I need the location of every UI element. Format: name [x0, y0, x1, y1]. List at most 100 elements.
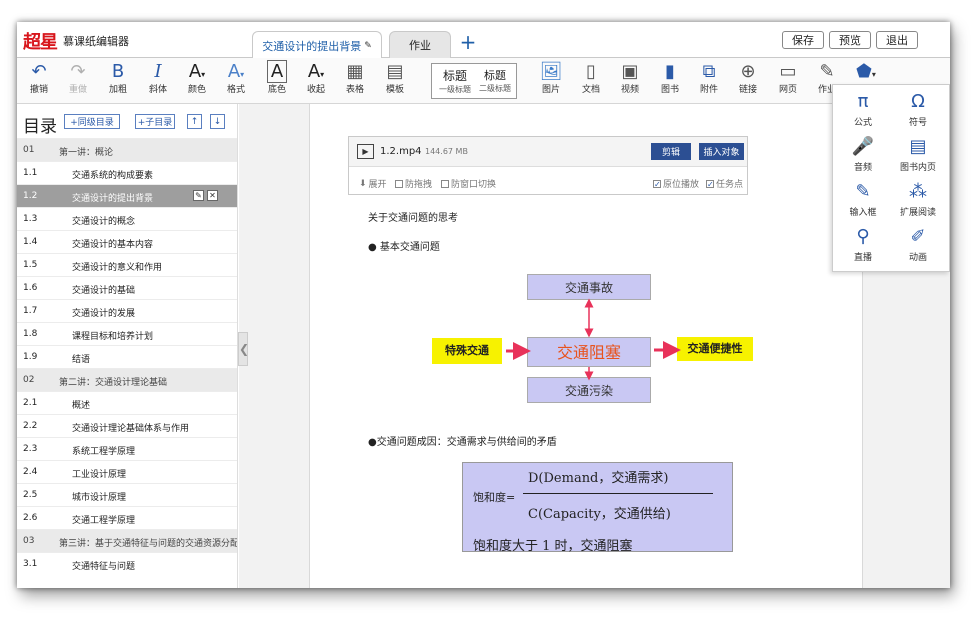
template-label: 模板 [385, 85, 404, 95]
font-color-button[interactable]: A▾ 颜色 [180, 60, 214, 102]
widget-5[interactable]: ⁂ 扩展阅读 [893, 179, 943, 218]
italic-button[interactable]: I 斜体 [141, 60, 175, 102]
widget-3[interactable]: ▤ 图书内页 [893, 134, 943, 173]
row-number: 03 [23, 536, 35, 546]
move-up-icon[interactable]: ↑ [187, 114, 202, 129]
undo-button[interactable]: ↶ 撤销 [22, 60, 56, 102]
book-button[interactable]: ▮ 图书 [653, 60, 687, 102]
tab-label: 作业 [409, 39, 431, 52]
bg-color-button[interactable]: A 底色 [260, 60, 294, 102]
collapse-button[interactable]: A▾ 收起 [299, 60, 333, 102]
section-row[interactable]: 1.7 交通设计的发展 [17, 299, 237, 322]
delete-icon[interactable]: ✕ [207, 190, 218, 201]
section-row[interactable]: 2.1 概述 [17, 391, 237, 414]
widget-panel: π 公式 Ω 符号 🎤 音频 ▤ 图书内页 ✎ 输入框 ⁂ 扩展阅读 ⚲ 直播 ✐ 动画 [832, 84, 950, 272]
italic-label: 斜体 [148, 85, 167, 95]
redo-button[interactable]: ↷ 重做 [61, 60, 95, 102]
widget-6[interactable]: ⚲ 直播 [838, 224, 888, 263]
attachment-button[interactable]: ⧉ 附件 [692, 60, 726, 102]
section-row[interactable]: 1.1 交通系统的构成要素 [17, 161, 237, 184]
row-title: 交通设计的基础 [72, 286, 136, 296]
tab-homework[interactable]: 作业 [389, 31, 451, 58]
redo-icon: ↷ [70, 61, 86, 82]
widget-label: 扩展阅读 [899, 208, 936, 218]
section-row[interactable]: 1.4 交通设计的基本内容 [17, 230, 237, 253]
tab-chapter[interactable]: 交通设计的提出背景 ✎ [252, 31, 382, 59]
row-title: 交通设计理论基础体系与作用 [72, 424, 190, 434]
widget-label: 动画 [908, 253, 927, 263]
canvas-gutter-left [239, 104, 309, 588]
section-row[interactable]: 1.6 交通设计的基础 [17, 276, 237, 299]
link-button[interactable]: ⊕ 链接 [731, 60, 765, 102]
book-icon: ▮ [665, 61, 675, 82]
row-number: 2.6 [23, 513, 38, 523]
format-button[interactable]: A▾ 格式 [219, 60, 253, 102]
tab-label: 交通设计的提出背景 [262, 39, 362, 53]
section-row[interactable]: 1.9 结语 [17, 345, 237, 368]
bold-button[interactable]: B 加粗 [101, 60, 135, 102]
row-title: 城市设计原理 [72, 493, 127, 503]
editor-page[interactable]: ▶ 1.2.mp4 144.67 MB 剪辑 插入对象 ⬇ 展开 防拖拽 防窗口切… [309, 104, 863, 588]
section-row[interactable]: 1.3 交通设计的概念 [17, 207, 237, 230]
section-row[interactable]: 2.2 交通设计理论基础体系与作用 [17, 414, 237, 437]
preview-button[interactable]: 预览 [829, 31, 871, 49]
webpage-icon: ▭ [779, 61, 797, 82]
add-child-button[interactable]: +子目录 [135, 114, 175, 129]
row-number: 1.1 [23, 168, 38, 178]
webpage-button[interactable]: ▭ 网页 [771, 60, 805, 102]
edit-icon[interactable]: ✎ [193, 190, 204, 201]
row-number: 2.5 [23, 490, 38, 500]
document-button[interactable]: ▯ 文档 [574, 60, 608, 102]
widget-1[interactable]: Ω 符号 [893, 89, 943, 128]
chapter-row[interactable]: 01 第一讲：概论 [17, 138, 237, 161]
section-row[interactable]: 2.3 系统工程学原理 [17, 437, 237, 460]
chapter-row[interactable]: 02 第二讲：交通设计理论基础 [17, 368, 237, 391]
image-button[interactable]: 🖼 图片 [534, 60, 568, 102]
exit-button[interactable]: 退出 [876, 31, 918, 49]
widget-icon: π [857, 91, 869, 112]
row-actions: ✎ ✕ [193, 190, 218, 201]
document-icon: ▯ [586, 61, 596, 82]
italic-icon: I [154, 61, 162, 82]
section-row[interactable]: 2.4 工业设计原理 [17, 460, 237, 483]
template-button[interactable]: ▤ 模板 [378, 60, 412, 102]
row-title: 交通设计的基本内容 [72, 240, 154, 250]
row-number: 01 [23, 145, 35, 155]
widget-icon: ✐ [910, 226, 926, 247]
pencil-icon[interactable]: ✎ [364, 41, 372, 51]
table-button[interactable]: ▦ 表格 [338, 60, 372, 102]
widget-0[interactable]: π 公式 [838, 89, 888, 128]
saturation-formula: 饱和度= D(Demand，交通需求) C(Capacity，交通供给) 饱和度… [462, 462, 733, 554]
row-title: 第二讲：交通设计理论基础 [59, 378, 168, 388]
add-sibling-button[interactable]: +同级目录 [64, 114, 120, 129]
widget-7[interactable]: ✐ 动画 [893, 224, 943, 263]
font-color-icon: A▾ [188, 61, 206, 82]
move-down-icon[interactable]: ↓ [210, 114, 225, 129]
row-number: 1.3 [23, 214, 38, 224]
heading2-button[interactable]: 标题 二级标题 [476, 67, 514, 94]
row-title: 交通设计的意义和作用 [72, 263, 163, 273]
widget-4[interactable]: ✎ 输入框 [838, 179, 888, 218]
row-number: 1.9 [23, 352, 38, 362]
globe-icon: ⊕ [740, 61, 756, 82]
widget-label: 直播 [853, 253, 872, 263]
section-row[interactable]: 1.5 交通设计的意义和作用 [17, 253, 237, 276]
collapse-sidebar-icon[interactable]: ❮ [238, 332, 249, 366]
heading1-button[interactable]: 标题 一级标题 [436, 67, 474, 95]
section-row[interactable]: 2.6 交通工程学原理 [17, 506, 237, 529]
widget-label: 符号 [908, 118, 927, 128]
section-row[interactable]: 2.5 城市设计原理 [17, 483, 237, 506]
formula-denominator: C(Capacity，交通供给) [528, 507, 671, 522]
video-button[interactable]: ▣ 视频 [613, 60, 647, 102]
section-row[interactable]: 3.1 交通特征与问题 [17, 552, 237, 575]
row-number: 2.1 [23, 398, 38, 408]
widget-2[interactable]: 🎤 音频 [838, 134, 888, 173]
section-row[interactable]: 1.2 交通设计的提出背景 ✎ ✕ [17, 184, 237, 207]
row-number: 1.2 [23, 191, 38, 201]
bg-color-icon: A [260, 60, 294, 84]
section-row[interactable]: 1.8 课程目标和培养计划 [17, 322, 237, 345]
save-button[interactable]: 保存 [782, 31, 824, 49]
chapter-row[interactable]: 03 第三讲：基于交通特征与问题的交通资源分配设计 [17, 529, 237, 552]
add-tab-icon[interactable]: + [458, 30, 478, 54]
widget-icon: ⚲ [856, 226, 870, 247]
